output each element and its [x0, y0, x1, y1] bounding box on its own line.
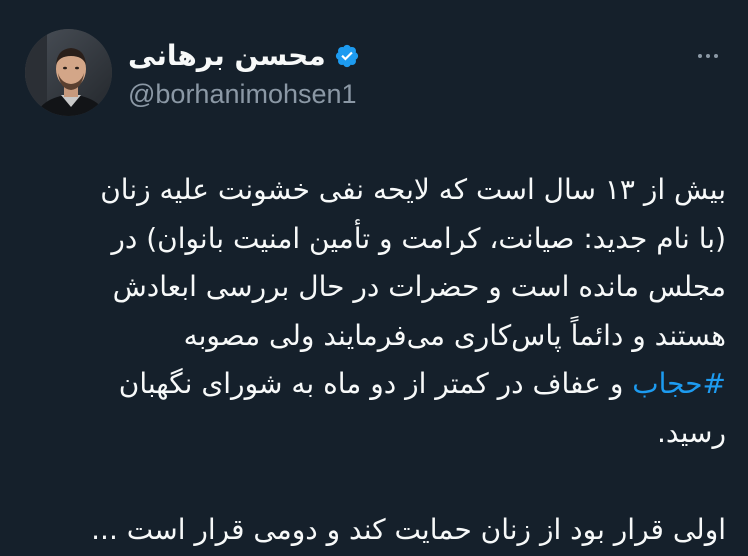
name-row: محسن برهانی	[128, 38, 548, 74]
tweet-line: هستند و دائماً پاس‌کاری می‌فرمایند ولی م…	[183, 318, 726, 352]
tweet-line: #حجاب و عفاف در کمتر از دو ماه به شورای …	[20, 360, 726, 409]
display-name[interactable]: محسن برهانی	[128, 38, 326, 74]
tweet-line: (با نام جدید: صیانت، کرامت و تأمین امنیت…	[111, 221, 726, 255]
more-horizontal-icon	[698, 54, 718, 58]
tweet-line-rest: و عفاف در کمتر از دو ماه به شورای نگهبان	[118, 367, 633, 401]
author-info: محسن برهانی @borhanimohsen1	[128, 38, 548, 112]
verified-badge-icon	[334, 43, 360, 69]
tweet-line: مجلس مانده است و حضرات در حال بررسی ابعا…	[112, 270, 726, 304]
tweet-text: بیش از ۱۳ سال است که لایحه نفی خشونت علی…	[20, 166, 726, 555]
hashtag-link[interactable]: #حجاب	[632, 367, 726, 400]
tweet-card: محسن برهانی @borhanimohsen1 بیش از ۱۳ سا…	[0, 0, 748, 556]
paragraph-break	[20, 458, 726, 507]
avatar-photo-icon	[25, 29, 112, 116]
more-options-button[interactable]	[688, 44, 728, 68]
tweet-line: بیش از ۱۳ سال است که لایحه نفی خشونت علی…	[100, 173, 726, 206]
avatar[interactable]	[25, 29, 112, 116]
author-handle[interactable]: @borhanimohsen1	[128, 76, 548, 112]
tweet-line: اولی قرار بود از زنان حمایت کند و دومی ق…	[91, 513, 726, 547]
tweet-line: رسید.	[656, 415, 726, 449]
